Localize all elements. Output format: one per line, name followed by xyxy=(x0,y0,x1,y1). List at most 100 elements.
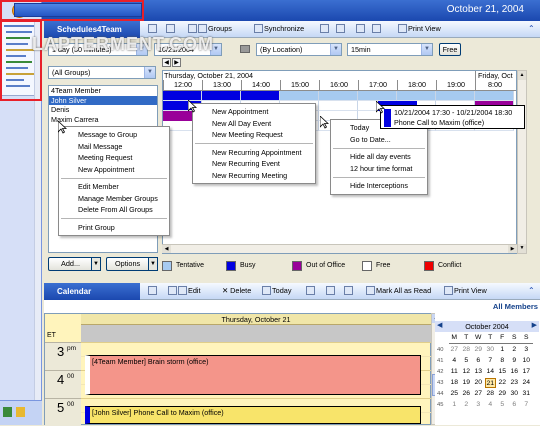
collapse-chevron-icon[interactable]: ⌃ xyxy=(528,285,535,297)
mini-cal-next-button[interactable]: ▶ xyxy=(532,321,537,329)
grid-menu-item[interactable]: New All Day Event xyxy=(193,118,315,130)
member-menu-item[interactable]: Delete From All Groups xyxy=(59,204,169,216)
mini-cal-day[interactable]: 23 xyxy=(509,378,520,388)
member-menu-item[interactable]: Print Group xyxy=(59,222,169,234)
timescale-select[interactable]: 15min ▼ xyxy=(347,43,433,56)
member-menu-item[interactable]: Edit Member xyxy=(59,181,169,193)
add-dropdown-button[interactable]: ▼ xyxy=(91,257,101,271)
member-list-item[interactable]: Denis xyxy=(49,105,157,115)
member-context-menu[interactable]: Message to Group Mail Message Meeting Requ… xyxy=(58,126,170,236)
mini-cal-day[interactable]: 16 xyxy=(509,367,520,377)
day-slots[interactable]: [4Team Member] Brain storm (office) [John… xyxy=(81,342,431,426)
mini-cal-day[interactable]: 18 xyxy=(449,378,460,388)
forward-button[interactable] xyxy=(372,23,382,35)
mini-cal-day[interactable]: 6 xyxy=(473,356,484,366)
mini-cal-day[interactable]: 22 xyxy=(497,378,508,388)
mini-cal-day[interactable]: 29 xyxy=(497,389,508,399)
mini-cal-day[interactable]: 30 xyxy=(509,389,520,399)
grid-view-button[interactable] xyxy=(320,23,330,35)
mini-cal-day[interactable]: 4 xyxy=(485,400,496,410)
mini-cal-grid[interactable]: M T W T F S S 40 27 28 29 30 1 2 3 41 4 5 6 7 8 9 10 42 11 12 13 14… xyxy=(435,333,539,423)
back-button[interactable] xyxy=(356,23,366,35)
mini-cal-day[interactable]: 8 xyxy=(497,356,508,366)
mini-calendar[interactable]: October 2004 ◀ ▶ M T W T F S S 40 27 28 29 30 1 2 3 41 4… xyxy=(435,313,539,425)
view-context-menu[interactable]: Today Go to Date... Hide all day events 12 … xyxy=(330,119,428,195)
mini-cal-day[interactable]: 7 xyxy=(521,400,532,410)
scroll-left-button[interactable]: ◀ xyxy=(162,245,171,253)
mini-cal-day[interactable]: 5 xyxy=(497,400,508,410)
options-dropdown-button[interactable]: ▼ xyxy=(148,257,158,271)
view-menu-item[interactable]: 12 hour time format xyxy=(331,163,427,175)
schedule-cell[interactable] xyxy=(397,91,436,101)
grid-hscrollbar[interactable]: ◀ ▶ xyxy=(162,244,517,253)
mini-cal-day[interactable]: 7 xyxy=(485,356,496,366)
mini-cal-day[interactable]: 12 xyxy=(461,367,472,377)
member-menu-item[interactable]: Manage Member Groups xyxy=(59,193,169,205)
schedule-cell[interactable] xyxy=(280,91,319,101)
view-menu-item[interactable]: Hide Interceptions xyxy=(331,180,427,192)
mini-cal-day[interactable]: 5 xyxy=(461,356,472,366)
mini-cal-day[interactable]: 21 xyxy=(485,378,496,388)
mini-cal-day[interactable]: 10 xyxy=(521,356,532,366)
mini-cal-day[interactable]: 27 xyxy=(473,389,484,399)
calendar-event[interactable]: [4Team Member] Brain storm (office) xyxy=(85,355,421,395)
day-view-button[interactable] xyxy=(306,285,316,297)
member-menu-item[interactable]: Meeting Request xyxy=(59,152,169,164)
mini-cal-day[interactable]: 13 xyxy=(473,367,484,377)
shortcut-icon[interactable] xyxy=(3,407,12,417)
mini-cal-day[interactable]: 4 xyxy=(449,356,460,366)
mini-cal-day[interactable]: 29 xyxy=(473,345,484,355)
group-select[interactable]: (All Groups) ▼ xyxy=(48,66,156,79)
mini-cal-day[interactable]: 14 xyxy=(485,367,496,377)
edit-button[interactable]: Edit xyxy=(168,285,201,297)
mini-cal-day[interactable]: 31 xyxy=(521,389,532,399)
view-menu-item[interactable]: Go to Date... xyxy=(331,134,427,146)
schedule-cell[interactable] xyxy=(241,91,280,101)
day-view[interactable]: ET Thursday, October 21 3 pm 4 00 5 00 [4Team… xyxy=(44,313,431,426)
grid-menu-item[interactable]: New Appointment xyxy=(193,106,315,118)
delete-button[interactable]: ✕ Delete xyxy=(222,285,251,297)
folder-icon[interactable] xyxy=(16,407,25,417)
mini-cal-day[interactable]: 28 xyxy=(485,389,496,399)
grid-menu-item[interactable]: New Recurring Event xyxy=(193,158,315,170)
mini-cal-day[interactable]: 24 xyxy=(521,378,532,388)
mini-cal-day[interactable]: 27 xyxy=(449,345,460,355)
schedule-cell[interactable] xyxy=(319,91,358,101)
mini-cal-day[interactable]: 3 xyxy=(473,400,484,410)
schedule-cell[interactable] xyxy=(319,101,358,111)
member-list-item[interactable]: John Silver xyxy=(49,95,157,105)
schedule-cell[interactable] xyxy=(436,91,475,101)
mini-cal-day[interactable]: 20 xyxy=(473,378,484,388)
grid-next-button[interactable]: ▶ xyxy=(172,58,181,67)
mini-cal-day[interactable]: 19 xyxy=(461,378,472,388)
free-button[interactable]: Free xyxy=(439,43,461,56)
mini-cal-day[interactable]: 3 xyxy=(521,345,532,355)
scroll-right-button[interactable]: ▶ xyxy=(508,245,517,253)
grid-menu-item[interactable]: New Meeting Request xyxy=(193,129,315,141)
mini-cal-day[interactable]: 9 xyxy=(509,356,520,366)
mini-cal-day[interactable]: 1 xyxy=(497,345,508,355)
member-menu-item[interactable]: Message to Group xyxy=(59,129,169,141)
synchronize-button[interactable]: Synchronize xyxy=(254,23,304,35)
grid-menu-item[interactable]: New Recurring Meeting xyxy=(193,170,315,182)
mini-cal-day[interactable]: 6 xyxy=(509,400,520,410)
mini-cal-day[interactable]: 15 xyxy=(497,367,508,377)
schedule-cell[interactable] xyxy=(358,91,397,101)
collapse-chevron-icon[interactable]: ⌃ xyxy=(528,23,535,35)
grid-prev-button[interactable]: ◀ xyxy=(162,58,171,67)
schedule-cell[interactable] xyxy=(475,91,514,101)
month-view-button[interactable] xyxy=(344,285,354,297)
grid-context-menu[interactable]: New Appointment New All Day Event New Meet… xyxy=(192,103,316,184)
member-list-item[interactable]: 4Team Member xyxy=(49,86,157,96)
mini-cal-day[interactable]: 17 xyxy=(521,367,532,377)
grid-vscrollbar[interactable]: ▲ ▼ xyxy=(517,70,527,254)
grid-menu-item[interactable]: New Recurring Appointment xyxy=(193,147,315,159)
location-select[interactable]: (By Location) ▼ xyxy=(256,43,342,56)
schedule-cell[interactable] xyxy=(202,91,241,101)
scroll-down-button[interactable]: ▼ xyxy=(518,244,526,253)
view-menu-item[interactable]: Hide all day events xyxy=(331,151,427,163)
mini-cal-day[interactable]: 28 xyxy=(461,345,472,355)
mini-cal-day[interactable]: 2 xyxy=(461,400,472,410)
all-day-area[interactable] xyxy=(81,325,431,342)
week-view-button[interactable] xyxy=(326,285,336,297)
